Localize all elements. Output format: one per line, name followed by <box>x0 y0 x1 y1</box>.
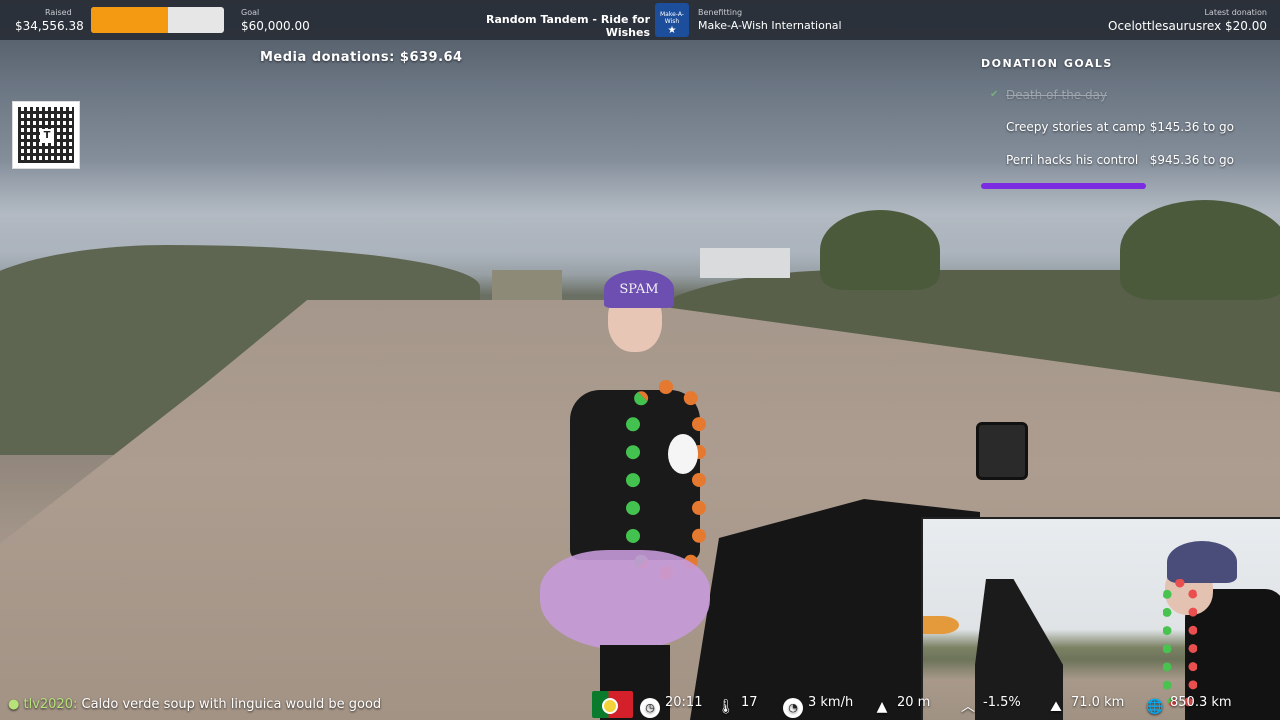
speedometer-icon: ◔ <box>783 698 803 718</box>
raised-value: $34,556.38 <box>15 19 84 33</box>
stat-temperature: 🌡 17 <box>716 695 758 717</box>
graffiti-bunker <box>492 270 562 302</box>
pip-lei <box>1163 579 1197 709</box>
goal-item: Perri hacks his control $945.36 to go <box>1006 153 1234 167</box>
raised-label: Raised <box>45 8 72 17</box>
thermometer-icon: 🌡 <box>717 699 735 715</box>
stat-altitude: ▲ 20 m <box>872 695 931 717</box>
stream-title: Random Tandem - Ride for Wishes <box>486 13 650 39</box>
stat-distance-total: 🌐 850.3 km <box>1145 695 1232 717</box>
latest-donation-value: Ocelottlesaurusrex $20.00 <box>1108 19 1267 33</box>
stat-distance-today: ⛰ 71.0 km <box>1046 695 1124 717</box>
stat-distance-total-value: 850.3 km <box>1170 695 1232 710</box>
pip-camera <box>921 517 1280 720</box>
qr-code[interactable]: T <box>12 101 80 169</box>
benefitting-label: Benefitting <box>698 8 743 17</box>
media-donations: Media donations: $639.64 <box>260 50 463 65</box>
donation-goals-title: DONATION GOALS <box>981 57 1113 70</box>
goal-label: Goal <box>241 8 260 17</box>
cyclist: SPAM <box>540 250 710 720</box>
stat-time: ◷ 20:11 <box>640 695 702 718</box>
goal-label: Creepy stories at camp <box>1006 120 1146 134</box>
goal-completed: Death of the day <box>1006 88 1234 102</box>
goal-amount: $145.36 to go <box>1149 120 1234 134</box>
qr-pattern: T <box>18 107 74 163</box>
road-icon: ⛰ <box>1050 699 1062 715</box>
goal-item: Creepy stories at camp $145.36 to go <box>1006 120 1234 134</box>
chevron-up-icon: ︿ <box>961 699 975 715</box>
white-building <box>700 248 790 278</box>
chat-message: ● tlv2020: Caldo verde soup with linguic… <box>8 697 381 712</box>
badge <box>668 434 698 474</box>
top-bar: Raised $34,556.38 Goal $60,000.00 Random… <box>0 0 1280 40</box>
goal-label: Perri hacks his control <box>1006 153 1139 167</box>
qr-center-logo: T <box>40 129 54 143</box>
globe-icon: 🌐 <box>1146 699 1164 715</box>
portugal-flag-icon <box>592 691 633 718</box>
tutu <box>540 550 710 650</box>
horn <box>923 616 959 634</box>
stat-speed-value: 3 km/h <box>808 695 854 710</box>
star-icon: ★ <box>667 25 677 36</box>
make-a-wish-logo: Make-A-Wish ★ <box>655 3 689 37</box>
mountain-icon: ▲ <box>876 699 888 715</box>
stat-grade-value: -1.5% <box>983 695 1021 710</box>
latest-donation-label: Latest donation <box>1204 8 1267 17</box>
stat-distance-today-value: 71.0 km <box>1071 695 1125 710</box>
stat-time-value: 20:11 <box>665 695 703 710</box>
mounted-phone <box>976 422 1028 480</box>
stat-altitude-value: 20 m <box>897 695 931 710</box>
bush <box>1120 200 1280 300</box>
helmet: SPAM <box>604 270 674 308</box>
chat-drop-icon: ● <box>8 697 20 712</box>
bush <box>820 210 940 290</box>
pip-helmet <box>1167 541 1237 583</box>
goal-amount: $945.36 to go <box>1149 153 1234 167</box>
check-icon: ✔ <box>990 89 999 100</box>
goal-progress-bar <box>981 183 1146 189</box>
benefitting-org: Make-A-Wish International <box>698 19 842 32</box>
donation-progress-bar <box>91 7 224 33</box>
stat-temperature-value: 17 <box>741 695 758 710</box>
goal-completed-label: Death of the day <box>1006 88 1108 102</box>
goal-value: $60,000.00 <box>241 19 310 33</box>
stat-grade: ︿ -1.5% <box>958 695 1021 717</box>
chat-user: tlv2020: <box>23 697 78 712</box>
stat-speed: ◔ 3 km/h <box>783 695 853 718</box>
clock-icon: ◷ <box>640 698 660 718</box>
logo-text: Make-A-Wish <box>660 11 684 25</box>
progress-fill <box>91 7 168 33</box>
chat-text: Caldo verde soup with linguica would be … <box>81 697 382 712</box>
